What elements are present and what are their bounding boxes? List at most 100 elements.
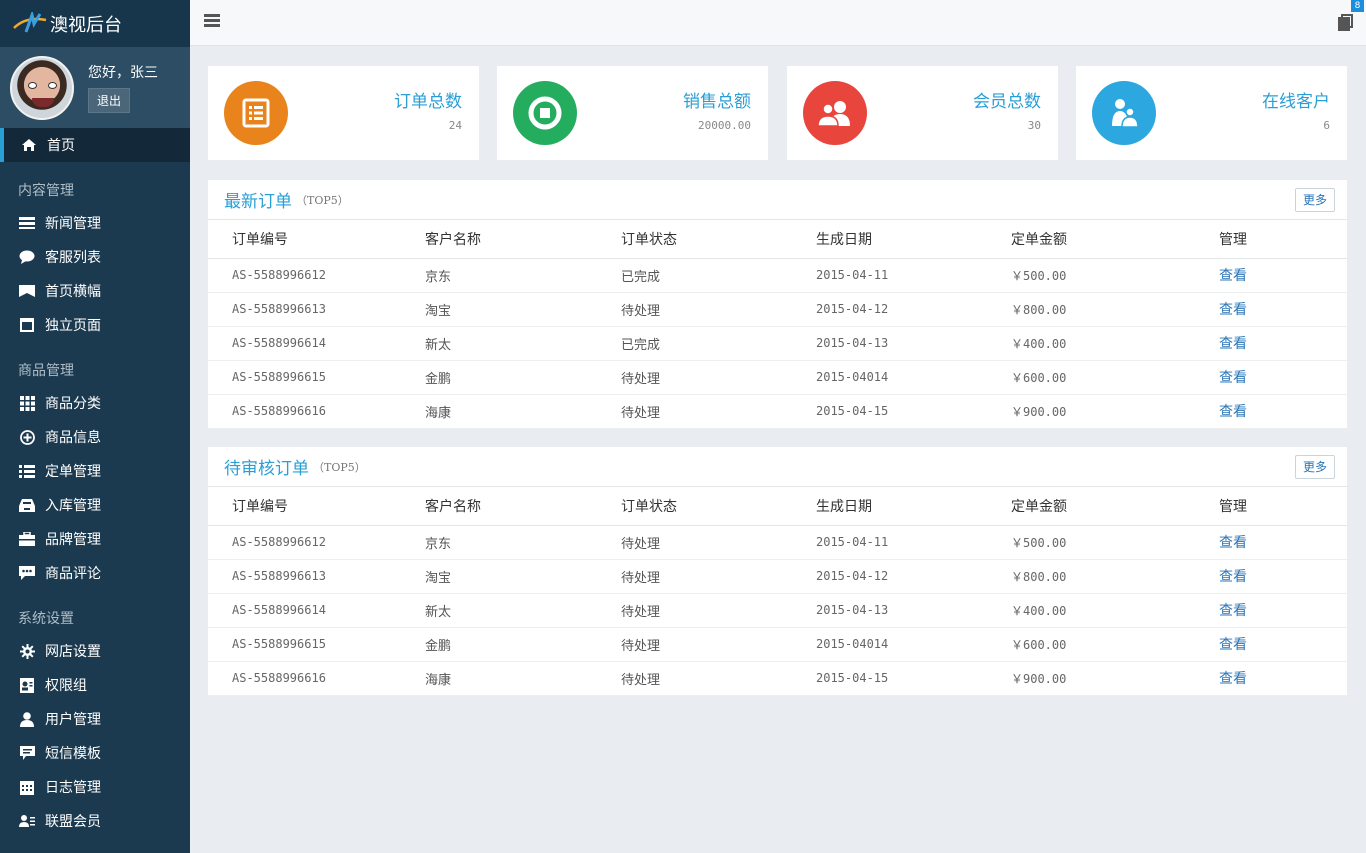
pending-orders-table: 订单编号 客户名称 订单状态 生成日期 定单金额 管理 AS-558899661…: [208, 487, 1347, 696]
column-header: 订单状态: [621, 487, 816, 526]
list-icon: [18, 215, 36, 231]
order-amount: ￥800.00: [1011, 292, 1219, 327]
more-button[interactable]: 更多: [1295, 455, 1335, 479]
order-status: 待处理: [621, 394, 816, 429]
copy-pages-icon[interactable]: [1338, 14, 1354, 32]
column-header: 管理: [1219, 220, 1347, 259]
sidebar-item-brands[interactable]: 品牌管理: [0, 522, 190, 556]
sidebar-item-affiliates[interactable]: 联盟会员: [0, 804, 190, 838]
view-link[interactable]: 查看: [1219, 535, 1247, 551]
stat-title: 销售总额: [683, 92, 751, 112]
order-id: AS-5588996615: [208, 360, 425, 395]
sidebar-item-categories[interactable]: 商品分类: [0, 386, 190, 420]
comment-dots-icon: [18, 565, 36, 581]
customer-name: 新太: [425, 593, 621, 628]
id-card-icon: [18, 677, 36, 693]
view-link[interactable]: 查看: [1219, 404, 1247, 420]
users-list-icon: [18, 813, 36, 829]
sidebar-item-home[interactable]: 首页: [0, 128, 190, 162]
order-status: 待处理: [621, 559, 816, 594]
order-amount: ￥500.00: [1011, 258, 1219, 293]
more-button[interactable]: 更多: [1295, 188, 1335, 212]
banner-icon: [18, 283, 36, 299]
order-date: 2015-04-11: [816, 525, 1011, 560]
view-link[interactable]: 查看: [1219, 569, 1247, 585]
home-icon: [20, 137, 38, 153]
customer-name: 淘宝: [425, 559, 621, 594]
column-header: 客户名称: [425, 220, 621, 259]
plus-circle-icon: [18, 429, 36, 445]
calendar-icon: [18, 779, 36, 795]
view-link[interactable]: 查看: [1219, 268, 1247, 284]
sidebar-item-label: 定单管理: [45, 464, 101, 480]
table-row: AS-5588996613 淘宝 待处理 2015-04-12 ￥800.00 …: [208, 292, 1347, 327]
order-date: 2015-04-13: [816, 593, 1011, 628]
panel-subtitle: （TOP5）: [296, 193, 349, 207]
sidebar-item-label: 短信模板: [45, 746, 101, 762]
user-profile: 您好，张三 退出: [0, 47, 190, 128]
view-link[interactable]: 查看: [1219, 370, 1247, 386]
menu-toggle-icon[interactable]: [204, 14, 220, 28]
view-link[interactable]: 查看: [1219, 637, 1247, 653]
view-link[interactable]: 查看: [1219, 336, 1247, 352]
view-link[interactable]: 查看: [1219, 603, 1247, 619]
logout-button[interactable]: 退出: [88, 88, 131, 113]
column-header: 生成日期: [816, 487, 1011, 526]
order-status: 待处理: [621, 525, 816, 560]
sidebar-item-logs[interactable]: 日志管理: [0, 770, 190, 804]
order-amount: ￥800.00: [1011, 559, 1219, 594]
stop-circle-icon: [513, 81, 577, 145]
table-row: AS-5588996616 海康 待处理 2015-04-15 ￥900.00 …: [208, 394, 1347, 429]
sidebar-item-label: 客服列表: [45, 250, 101, 266]
view-link[interactable]: 查看: [1219, 302, 1247, 318]
sidebar-item-label: 入库管理: [45, 498, 101, 514]
sidebar-item-shop-settings[interactable]: 网店设置: [0, 634, 190, 668]
order-amount: ￥900.00: [1011, 661, 1219, 696]
stat-card-members[interactable]: 会员总数 30: [787, 66, 1058, 160]
order-id: AS-5588996614: [208, 326, 425, 361]
order-status: 已完成: [621, 258, 816, 293]
user-greeting: 您好，张三: [88, 65, 158, 81]
customer-name: 海康: [425, 661, 621, 696]
sidebar-item-comments[interactable]: 商品评论: [0, 556, 190, 590]
order-id: AS-5588996616: [208, 394, 425, 429]
stat-title: 订单总数: [394, 92, 462, 112]
sidebar-item-sms-templates[interactable]: 短信模板: [0, 736, 190, 770]
sidebar-item-permissions[interactable]: 权限组: [0, 668, 190, 702]
sidebar-item-news[interactable]: 新闻管理: [0, 206, 190, 240]
sidebar-item-users[interactable]: 用户管理: [0, 702, 190, 736]
column-header: 生成日期: [816, 220, 1011, 259]
gear-icon: [18, 643, 36, 659]
sidebar-item-orders[interactable]: 定单管理: [0, 454, 190, 488]
sidebar-item-label: 用户管理: [45, 712, 101, 728]
order-status: 待处理: [621, 661, 816, 696]
order-date: 2015-04014: [816, 360, 1011, 395]
sidebar-item-product-info[interactable]: 商品信息: [0, 420, 190, 454]
column-header: 定单金额: [1011, 220, 1219, 259]
order-date: 2015-04-12: [816, 292, 1011, 327]
stat-card-online[interactable]: 在线客户 6: [1076, 66, 1347, 160]
nav-section-title: 系统设置: [18, 611, 74, 627]
pending-orders-panel: 待审核订单 （TOP5） 更多 订单编号 客户名称 订单状态 生成日期 定单金额…: [208, 447, 1347, 696]
customer-name: 京东: [425, 525, 621, 560]
column-header: 定单金额: [1011, 487, 1219, 526]
column-header: 订单编号: [208, 487, 425, 526]
sidebar-item-service-list[interactable]: 客服列表: [0, 240, 190, 274]
order-amount: ￥900.00: [1011, 394, 1219, 429]
list-bullets-icon: [18, 463, 36, 479]
view-link[interactable]: 查看: [1219, 671, 1247, 687]
order-status: 待处理: [621, 593, 816, 628]
app-title: 澳视后台: [50, 14, 122, 36]
sidebar-item-banner[interactable]: 首页横幅: [0, 274, 190, 308]
stat-card-sales[interactable]: 销售总额 20000.00: [497, 66, 768, 160]
notification-badge: 8: [1351, 0, 1364, 12]
sidebar-item-pages[interactable]: 独立页面: [0, 308, 190, 342]
sidebar-item-warehouse[interactable]: 入库管理: [0, 488, 190, 522]
order-date: 2015-04-12: [816, 559, 1011, 594]
order-id: AS-5588996612: [208, 525, 425, 560]
stat-value: 24: [448, 119, 462, 132]
order-id: AS-5588996612: [208, 258, 425, 293]
table-row: AS-5588996612 京东 待处理 2015-04-11 ￥500.00 …: [208, 525, 1347, 560]
order-id: AS-5588996613: [208, 292, 425, 327]
stat-card-orders[interactable]: 订单总数 24: [208, 66, 479, 160]
